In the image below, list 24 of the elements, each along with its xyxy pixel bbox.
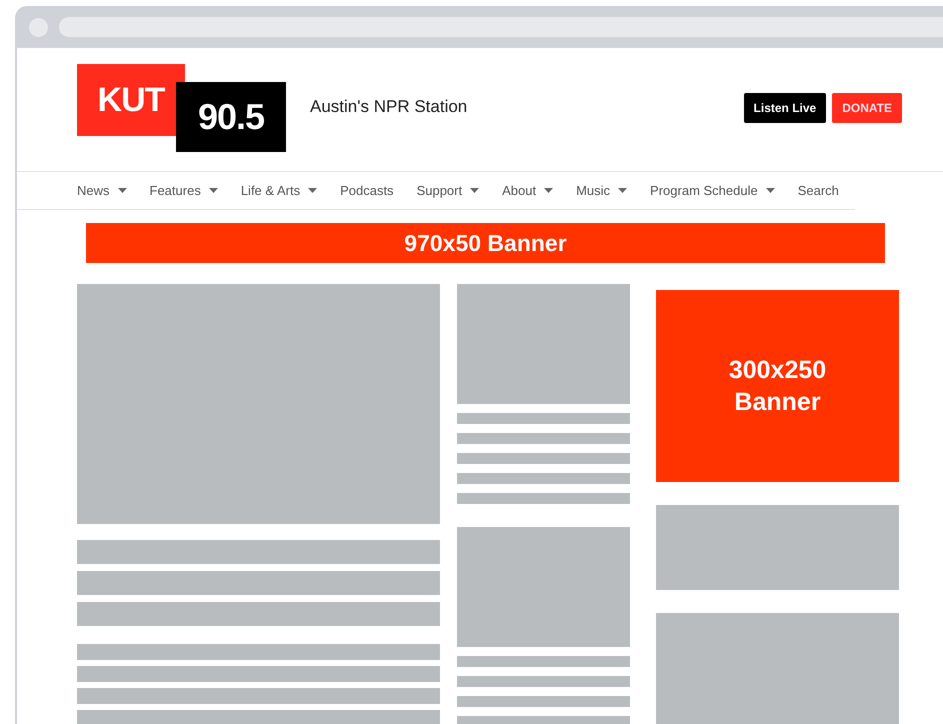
window-control-icon[interactable] [29, 18, 48, 36]
nav-item[interactable]: Music [576, 183, 628, 198]
caret-icon [618, 188, 628, 193]
nav-item[interactable]: Life & Arts [240, 183, 318, 198]
nav-item[interactable]: Podcasts [340, 183, 394, 198]
nav-item[interactable]: Support [416, 183, 480, 198]
logo-frequency[interactable]: 90.5 [176, 82, 286, 152]
leaderboard-banner: 970x50 Banner [86, 223, 885, 263]
caret-icon [208, 188, 218, 193]
nav-item[interactable]: About [502, 183, 554, 198]
caret-icon [766, 188, 775, 193]
nav-item[interactable]: Features [150, 183, 218, 198]
ad-banner: 300x250 Banner [656, 290, 899, 482]
station-tagline: Austin's NPR Station [310, 97, 468, 117]
caret-icon [544, 188, 554, 193]
nav-item[interactable]: Program Schedule [650, 183, 775, 198]
caret-icon [118, 188, 127, 193]
nav-item[interactable]: News [77, 183, 127, 198]
logo-word[interactable]: KUT [77, 64, 185, 136]
caret-icon [470, 188, 480, 193]
address-bar[interactable] [59, 17, 943, 37]
listen-button[interactable]: Listen Live [744, 93, 826, 123]
caret-icon [308, 188, 318, 193]
nav-item[interactable]: Search [798, 183, 839, 198]
